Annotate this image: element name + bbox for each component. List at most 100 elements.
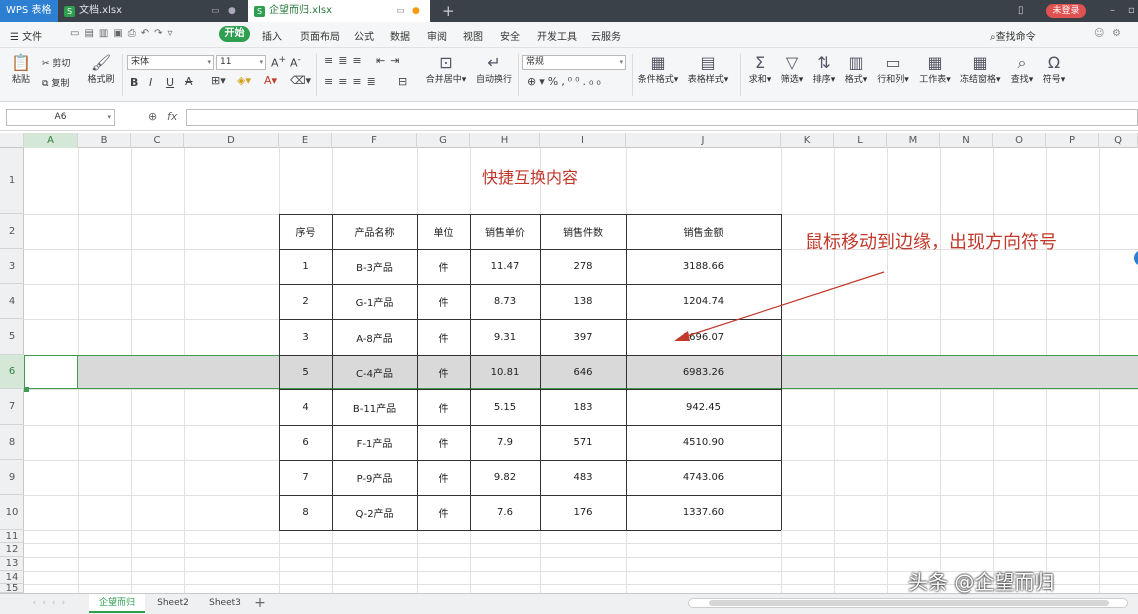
table-cell[interactable]: 件 — [417, 460, 470, 495]
cut-button[interactable]: ✂ 剪切 — [42, 56, 70, 69]
monitor-icon[interactable]: ▭ — [211, 0, 220, 22]
tab-review[interactable]: 审阅 — [427, 28, 447, 43]
row-header-8[interactable]: 8 — [0, 425, 24, 460]
column-header-a[interactable]: A — [24, 133, 78, 148]
fill-handle[interactable] — [24, 387, 29, 392]
doc-tab-1[interactable]: S 文档.xlsx ▭ ● — [58, 0, 246, 22]
table-cell[interactable]: 4 — [279, 389, 332, 425]
sheet-tab-2[interactable]: Sheet2 — [148, 594, 198, 613]
table-cell[interactable]: 件 — [417, 319, 470, 355]
table-header-cell[interactable]: 序号 — [279, 214, 332, 249]
sheet-tab-3[interactable]: Sheet3 — [200, 594, 250, 613]
table-cell[interactable]: 7.6 — [470, 495, 540, 530]
table-cell[interactable]: Q-2产品 — [332, 495, 417, 530]
format-button[interactable]: ▥ 格式▾ — [844, 54, 868, 86]
column-header-j[interactable]: J — [626, 133, 781, 148]
row-header-1[interactable]: 1 — [0, 148, 24, 214]
table-style-button[interactable]: ▤ 表格样式▾ — [686, 54, 730, 86]
table-cell[interactable]: P-9产品 — [332, 460, 417, 495]
settings-icon[interactable]: ⚙ — [1112, 28, 1121, 39]
minimize-icon[interactable]: – — [1104, 0, 1118, 22]
sum-button[interactable]: Σ 求和▾ — [748, 54, 772, 86]
table-cell[interactable]: 3188.66 — [626, 249, 781, 284]
column-header-c[interactable]: C — [131, 133, 184, 148]
row-header-4[interactable]: 4 — [0, 284, 24, 319]
row-header-2[interactable]: 2 — [0, 214, 24, 249]
quick-access-toolbar[interactable]: ▭▤▥▣⎙↶↷▿ — [70, 28, 178, 39]
strikethrough-icon[interactable]: A — [185, 75, 193, 88]
table-cell[interactable]: 5 — [279, 355, 332, 389]
table-header-cell[interactable]: 销售金额 — [626, 214, 781, 249]
unsaved-dot-icon[interactable]: ● — [412, 0, 420, 22]
table-cell[interactable]: 7 — [279, 460, 332, 495]
find-command[interactable]: ⌕查找命令 — [990, 28, 1036, 43]
horizontal-scrollbar[interactable] — [688, 598, 1128, 608]
decrease-font-icon[interactable]: A- — [290, 54, 301, 70]
name-box[interactable]: A6 ▾ — [6, 109, 115, 126]
table-cell[interactable]: 8 — [279, 495, 332, 530]
monitor-icon[interactable]: ▭ — [396, 0, 405, 22]
file-menu[interactable]: ☰ 文件 — [10, 28, 42, 43]
active-cell-a6[interactable] — [24, 355, 78, 389]
distributed-icon[interactable]: ⊟ — [398, 75, 407, 88]
table-cell[interactable]: 942.45 — [626, 389, 781, 425]
column-header-f[interactable]: F — [332, 133, 417, 148]
bold-icon[interactable]: B — [130, 76, 138, 89]
worksheet-button[interactable]: ▦ 工作表▾ — [919, 54, 951, 86]
table-cell[interactable]: 件 — [417, 425, 470, 460]
number-format-icons[interactable]: ⊕▾%‚⁰⁰.₀₀ — [527, 75, 604, 88]
table-cell[interactable]: 3 — [279, 319, 332, 355]
tab-page-layout[interactable]: 页面布局 — [300, 28, 340, 43]
table-cell[interactable]: 件 — [417, 355, 470, 389]
table-cell[interactable]: A-8产品 — [332, 319, 417, 355]
window-mode-icon[interactable]: ▯ — [1012, 0, 1028, 22]
table-cell[interactable]: 件 — [417, 249, 470, 284]
column-header-b[interactable]: B — [78, 133, 131, 148]
new-tab-icon[interactable]: + — [436, 0, 456, 22]
clear-icon[interactable]: ⌫▾ — [290, 74, 311, 87]
column-header-d[interactable]: D — [184, 133, 279, 148]
tab-security[interactable]: 安全 — [500, 28, 520, 43]
fill-color-icon[interactable]: ◈▾ — [237, 74, 251, 87]
fx-icon[interactable]: fx — [167, 110, 177, 123]
row-header-6[interactable]: 6 — [0, 355, 24, 389]
table-cell[interactable]: 571 — [540, 425, 626, 460]
column-header-h[interactable]: H — [470, 133, 540, 148]
italic-icon[interactable]: I — [149, 76, 152, 89]
table-header-cell[interactable]: 单位 — [417, 214, 470, 249]
font-color-icon[interactable]: A▾ — [264, 74, 277, 87]
column-header-g[interactable]: G — [417, 133, 470, 148]
tab-insert[interactable]: 插入 — [262, 28, 282, 43]
table-cell[interactable]: 件 — [417, 389, 470, 425]
row-header-13[interactable]: 13 — [0, 557, 24, 571]
tab-cloud[interactable]: 云服务 — [591, 28, 621, 43]
table-cell[interactable]: 176 — [540, 495, 626, 530]
column-header-n[interactable]: N — [940, 133, 993, 148]
font-name-select[interactable]: 宋体 ▾ — [127, 55, 214, 70]
row-header-15[interactable]: 15 — [0, 584, 24, 594]
table-cell[interactable]: 10.81 — [470, 355, 540, 389]
table-cell[interactable]: G-1产品 — [332, 284, 417, 319]
align-horizontal-icons[interactable]: ≡≡≡≣ — [324, 75, 381, 88]
scrollbar-thumb[interactable] — [709, 600, 1109, 606]
app-tab[interactable]: WPS 表格 — [0, 0, 58, 22]
tab-data[interactable]: 数据 — [390, 28, 410, 43]
table-cell[interactable]: 7.9 — [470, 425, 540, 460]
table-cell[interactable]: 1 — [279, 249, 332, 284]
border-icon[interactable]: ⊞▾ — [211, 74, 226, 87]
tab-view[interactable]: 视图 — [463, 28, 483, 43]
table-header-cell[interactable]: 产品名称 — [332, 214, 417, 249]
table-cell[interactable]: 1337.60 — [626, 495, 781, 530]
table-cell[interactable]: 183 — [540, 389, 626, 425]
table-cell[interactable]: 9.31 — [470, 319, 540, 355]
table-cell[interactable]: 483 — [540, 460, 626, 495]
table-cell[interactable]: 397 — [540, 319, 626, 355]
column-header-i[interactable]: I — [540, 133, 626, 148]
table-cell[interactable]: 5.15 — [470, 389, 540, 425]
table-cell[interactable]: 1204.74 — [626, 284, 781, 319]
side-panel-handle[interactable] — [1134, 250, 1138, 266]
copy-button[interactable]: ⧉ 复制 — [42, 76, 69, 89]
increase-font-icon[interactable]: A+ — [271, 54, 286, 70]
zoom-icon[interactable]: ⊕ — [148, 110, 157, 123]
sheet-tab-active[interactable]: 企望而归 — [89, 594, 145, 613]
